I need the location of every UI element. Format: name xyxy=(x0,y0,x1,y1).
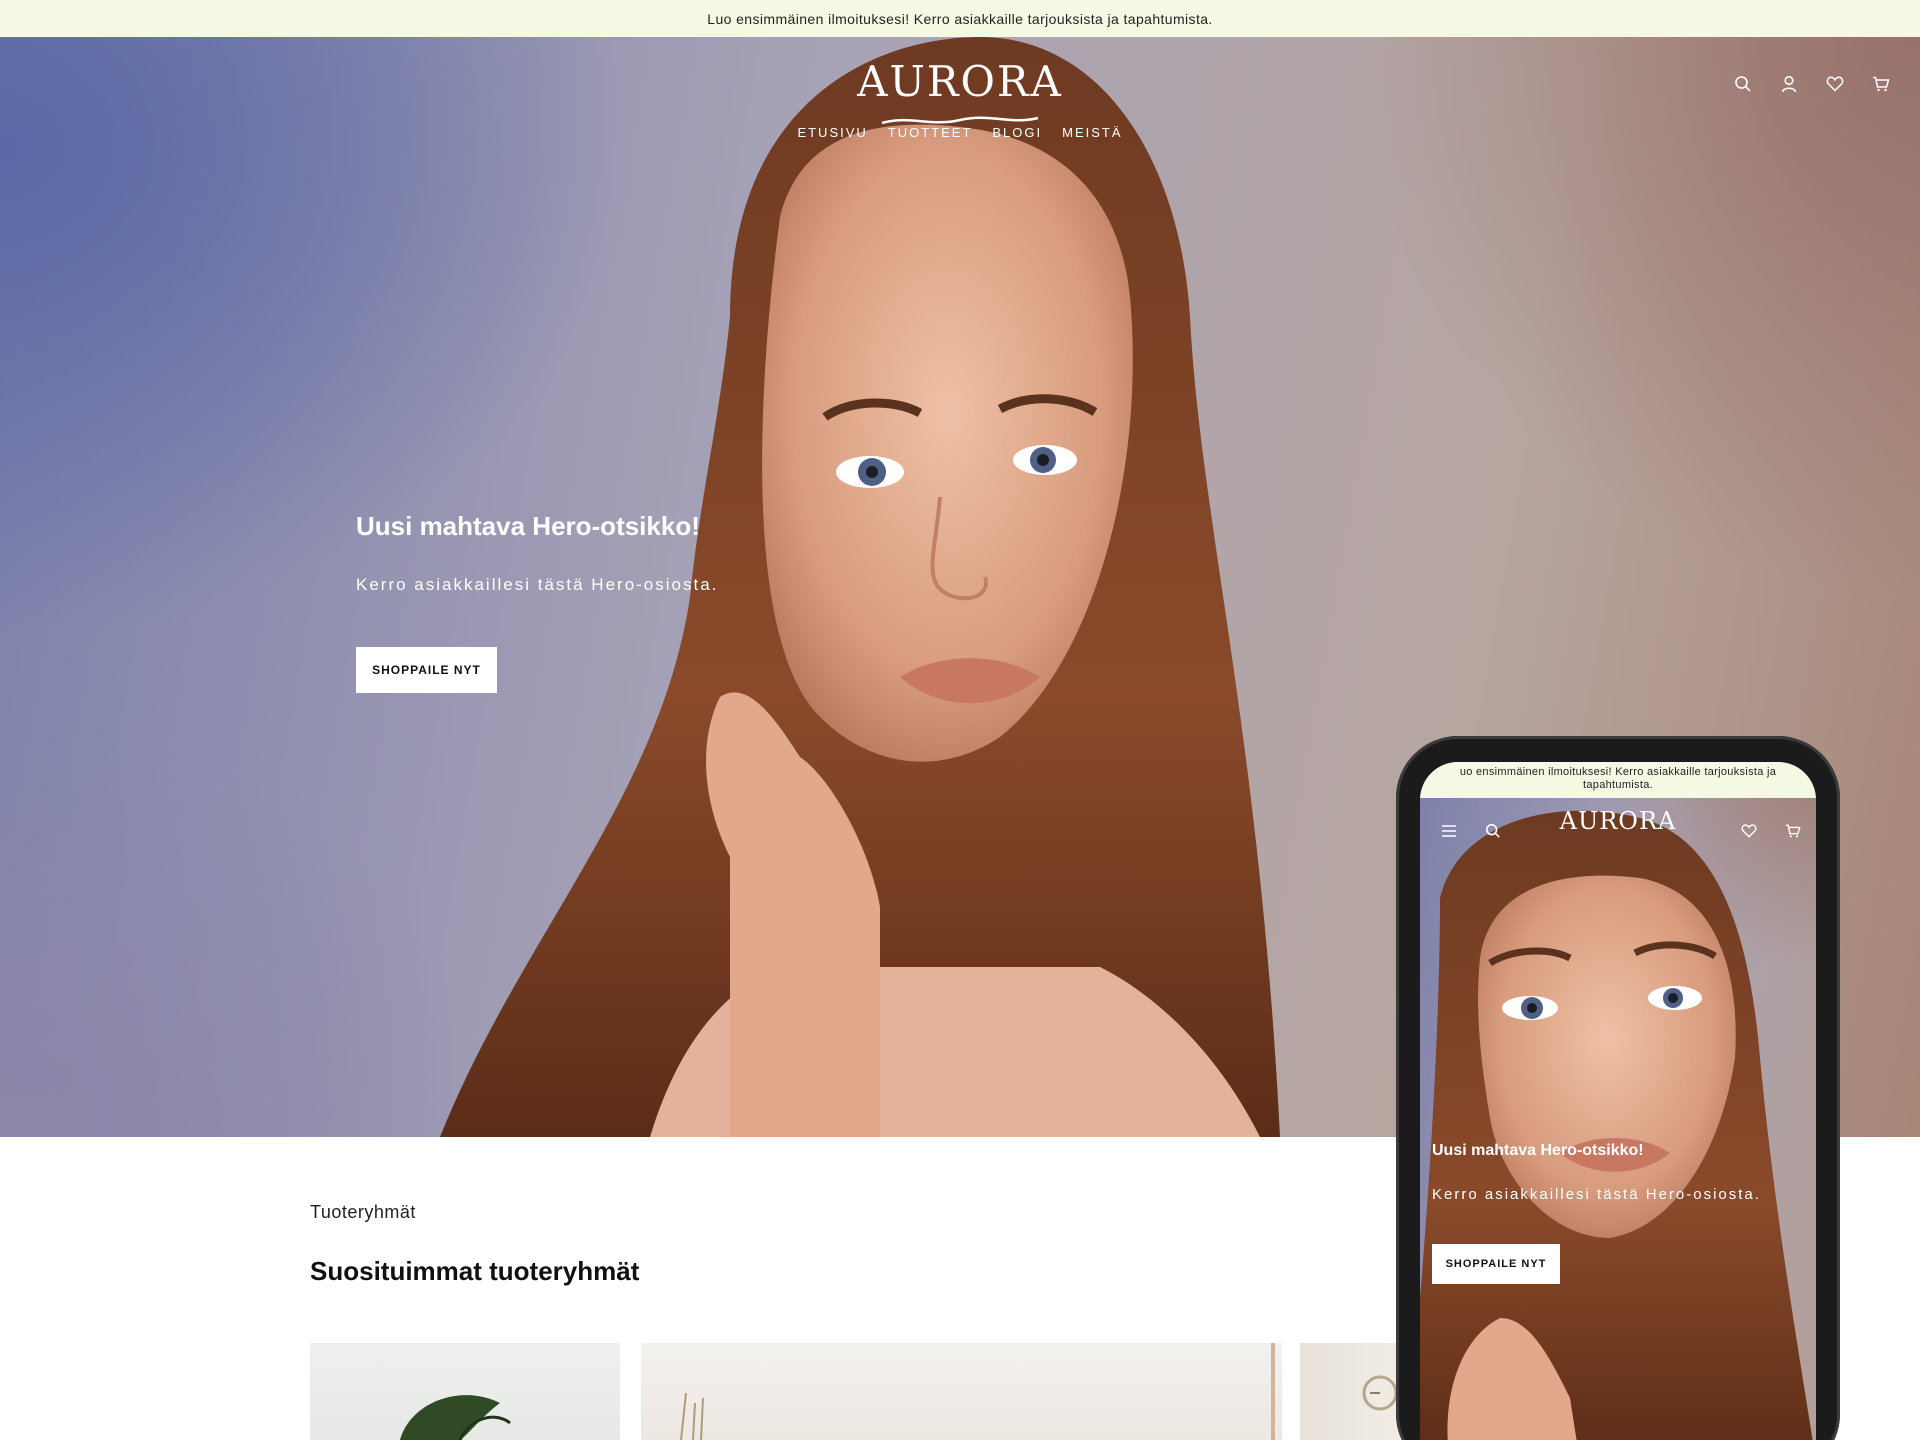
mobile-hero-portrait-image xyxy=(1420,810,1813,1440)
shop-now-button[interactable]: SHOPPAILE NYT xyxy=(356,647,497,693)
heart-icon[interactable] xyxy=(1824,73,1846,95)
nav-item-etusivu[interactable]: ETUSIVU xyxy=(797,125,867,140)
search-icon[interactable] xyxy=(1484,822,1502,840)
nav-item-blogi[interactable]: BLOGI xyxy=(992,125,1042,140)
hero-title: Uusi mahtava Hero-otsikko! xyxy=(356,511,700,541)
section-title: Suosituimmat tuoteryhmät xyxy=(310,1256,640,1286)
nav-item-meista[interactable]: MEISTÄ xyxy=(1062,125,1122,140)
heart-icon[interactable] xyxy=(1740,822,1758,840)
cart-icon[interactable] xyxy=(1870,73,1892,95)
section-kicker: Tuoteryhmät xyxy=(310,1202,416,1222)
account-icon[interactable] xyxy=(1778,73,1800,95)
announcement-bar: Luo ensimmäinen ilmoituksesi! Kerro asia… xyxy=(0,0,1920,37)
phone-screen: uo ensimmäinen ilmoituksesi! Kerro asiak… xyxy=(1420,762,1816,1440)
plant-image xyxy=(400,1395,511,1440)
header-icons xyxy=(1732,73,1892,95)
category-card[interactable] xyxy=(310,1343,620,1440)
nav-item-tuotteet[interactable]: TUOTTEET xyxy=(888,125,973,140)
brand-logo[interactable]: AURORA xyxy=(857,57,1063,106)
search-icon[interactable] xyxy=(1732,73,1754,95)
cart-icon[interactable] xyxy=(1784,822,1802,840)
announcement-text: Luo ensimmäinen ilmoituksesi! Kerro asia… xyxy=(707,10,1213,27)
category-card[interactable] xyxy=(1300,1343,1400,1440)
mobile-announcement-bar: uo ensimmäinen ilmoituksesi! Kerro asiak… xyxy=(1420,762,1816,798)
category-card[interactable] xyxy=(641,1343,1282,1440)
clock-image xyxy=(1362,1375,1398,1411)
phone-mockup: uo ensimmäinen ilmoituksesi! Kerro asiak… xyxy=(1396,736,1840,1440)
mobile-hero-title: Uusi mahtava Hero-otsikko! xyxy=(1432,1142,1644,1159)
mobile-shop-now-button[interactable]: SHOPPAILE NYT xyxy=(1432,1244,1560,1284)
hero-subtitle: Kerro asiakkaillesi tästä Hero-osiosta. xyxy=(356,575,719,594)
menu-icon[interactable] xyxy=(1440,822,1458,840)
mobile-hero-subtitle: Kerro asiakkaillesi tästä Hero-osiosta. xyxy=(1432,1186,1761,1203)
interior-image xyxy=(680,1343,1275,1440)
main-nav: ETUSIVU TUOTTEET BLOGI MEISTÄ xyxy=(0,125,1920,140)
